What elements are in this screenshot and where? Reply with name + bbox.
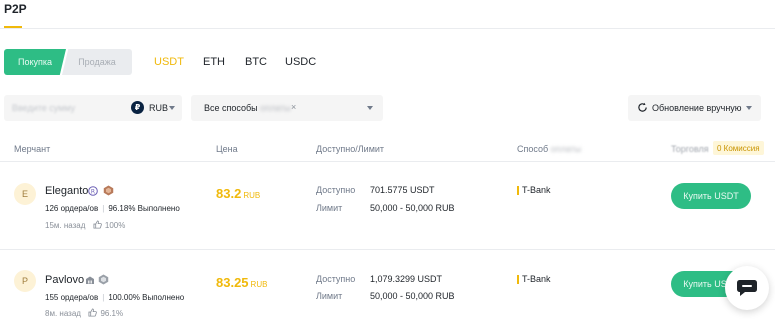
chat-button[interactable]: [725, 266, 769, 310]
chevron-down-icon[interactable]: [169, 106, 175, 110]
limit-value: 50,000 - 50,000 RUB: [370, 291, 455, 301]
merchant-name[interactable]: Eleganto: [45, 185, 88, 197]
svg-text:R: R: [91, 188, 95, 195]
limit-label: Лимит: [316, 203, 343, 213]
clear-icon[interactable]: ×: [291, 102, 296, 112]
refresh-icon: [638, 102, 647, 112]
asset-tab-btc[interactable]: BTC: [245, 56, 267, 68]
header-payment: Способ оплаты: [517, 144, 582, 154]
header-trade: Торговля: [671, 144, 709, 154]
refresh-label: Обновление вручную: [652, 103, 742, 113]
chevron-down-icon[interactable]: [746, 106, 752, 110]
price: 83.2 RUB: [216, 186, 261, 201]
buy-toggle[interactable]: Покупка: [4, 49, 66, 75]
sell-toggle[interactable]: Продажа: [62, 49, 132, 75]
merchant-meta: 15м. назад 100%: [45, 220, 126, 230]
avatar[interactable]: P: [14, 270, 36, 292]
payment-method: T-Bank: [517, 185, 551, 195]
price: 83.25 RUB: [216, 275, 268, 290]
header-price: Цена: [216, 144, 238, 154]
payment-methods-select[interactable]: Все способы оплаты ×: [191, 95, 383, 121]
refresh-select[interactable]: Обновление вручную: [628, 95, 761, 121]
header-available: Доступно/Лимит: [316, 144, 385, 154]
limit-value: 50,000 - 50,000 RUB: [370, 203, 455, 213]
merchant-name[interactable]: Pavlovo: [45, 274, 84, 286]
amount-input[interactable]: Введите сумму ₽ RUB: [4, 95, 182, 121]
merchant-level-badge-icon: [98, 274, 109, 285]
currency-select[interactable]: RUB: [149, 103, 168, 113]
chat-bubble-icon: [737, 280, 757, 296]
methods-label: Все способы оплаты: [204, 103, 291, 113]
thumbs-up-icon: [93, 220, 102, 229]
merchant-level-badge-icon: [103, 185, 114, 196]
merchant-stats: 126 ордера/ов | 96.18% Выполнено: [45, 204, 180, 213]
verified-building-icon: [86, 276, 94, 284]
thumbs-up-icon: [88, 308, 98, 317]
available-value: 701.5775 USDT: [370, 185, 435, 195]
available-label: Доступно: [316, 274, 356, 284]
zero-fee-badge: 0 Комиссия: [713, 141, 764, 155]
asset-tab-eth[interactable]: ETH: [203, 56, 225, 68]
asset-tab-usdt[interactable]: USDT: [154, 56, 184, 68]
ruble-icon: ₽: [131, 101, 144, 114]
header-merchant: Мерчант: [14, 144, 51, 154]
avatar[interactable]: E: [14, 183, 36, 205]
payment-method: T-Bank: [517, 274, 551, 284]
divider: [0, 28, 775, 29]
limit-label: Лимит: [316, 291, 343, 301]
divider: [0, 249, 775, 250]
chevron-down-icon[interactable]: [367, 106, 373, 110]
available-value: 1,079.3299 USDT: [370, 274, 443, 284]
merchant-stats: 155 ордера/ов | 100.00% Выполнено: [45, 293, 185, 302]
tab-p2p[interactable]: P2P: [4, 2, 27, 16]
merchant-meta: 8м. назад 96.1%: [45, 308, 124, 318]
asset-tab-usdc[interactable]: USDC: [285, 56, 316, 68]
registered-badge-icon: R: [88, 186, 98, 196]
divider: [0, 161, 775, 162]
buy-usdt-button[interactable]: Купить USDT: [671, 183, 751, 209]
available-label: Доступно: [316, 185, 356, 195]
amount-placeholder: Введите сумму: [12, 103, 76, 113]
